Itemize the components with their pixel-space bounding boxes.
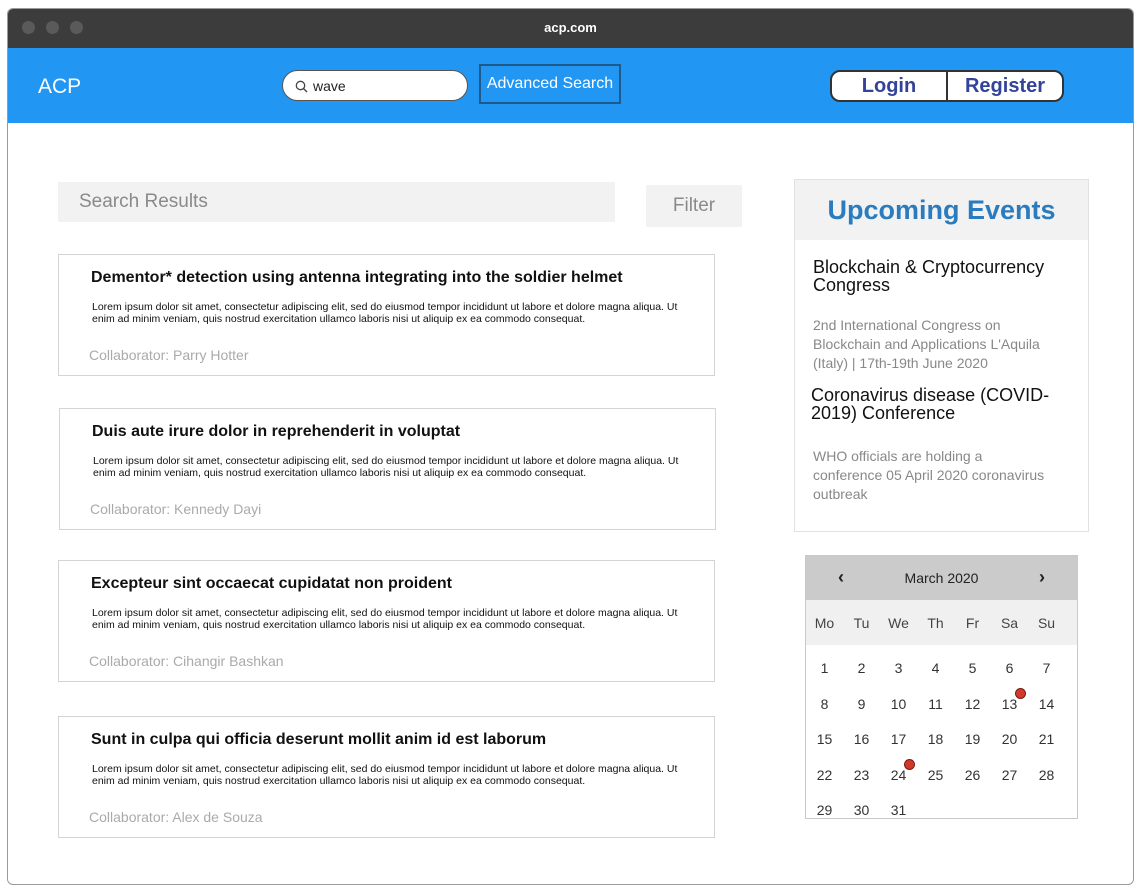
calendar-day[interactable]: 16 xyxy=(843,731,880,753)
calendar-day[interactable]: 11 xyxy=(917,696,954,718)
weekday-label: Th xyxy=(927,615,944,631)
result-collaborator: Collaborator: Parry Hotter xyxy=(89,347,249,363)
calendar-day[interactable]: 19 xyxy=(954,731,991,753)
calendar-day[interactable]: 24 xyxy=(880,767,917,789)
result-collaborator: Collaborator: Kennedy Dayi xyxy=(90,501,262,517)
calendar-day[interactable]: 6 xyxy=(991,660,1028,682)
calendar-header: ‹ March 2020 › xyxy=(806,556,1077,600)
calendar-day[interactable]: 12 xyxy=(954,696,991,718)
top-navbar: ACP Advanced Search Login Register xyxy=(8,48,1133,123)
calendar-day[interactable]: 3 xyxy=(880,660,917,682)
calendar-day[interactable]: 5 xyxy=(954,660,991,682)
calendar-day[interactable]: 22 xyxy=(806,767,843,789)
result-description: Lorem ipsum dolor sit amet, consectetur … xyxy=(93,455,679,479)
calendar-day[interactable]: 25 xyxy=(917,767,954,789)
result-title[interactable]: Dementor* detection using antenna integr… xyxy=(91,269,623,287)
register-button[interactable]: Register xyxy=(948,72,1062,100)
calendar-day[interactable]: 26 xyxy=(954,767,991,789)
search-icon xyxy=(295,80,308,93)
calendar-day[interactable]: 28 xyxy=(1028,767,1065,789)
result-title[interactable]: Sunt in culpa qui officia deserunt molli… xyxy=(91,731,546,749)
calendar-day[interactable]: 27 xyxy=(991,767,1028,789)
calendar-day[interactable]: 31 xyxy=(880,802,917,824)
event-marker-icon xyxy=(904,758,915,770)
auth-button-group: Login Register xyxy=(830,70,1064,102)
chevron-right-icon[interactable]: › xyxy=(1032,567,1052,588)
brand-logo[interactable]: ACP xyxy=(38,75,81,99)
calendar-day[interactable]: 10 xyxy=(880,696,917,718)
advanced-search-button[interactable]: Advanced Search xyxy=(479,64,621,104)
result-collaborator: Collaborator: Alex de Souza xyxy=(89,809,263,825)
weekday-label: Tu xyxy=(853,615,870,631)
calendar-day[interactable]: 29 xyxy=(806,802,843,824)
weekday-label: We xyxy=(888,615,909,631)
calendar-day[interactable]: 9 xyxy=(843,696,880,718)
calendar-day[interactable]: 8 xyxy=(806,696,843,718)
search-results-heading: Search Results xyxy=(58,182,615,222)
event-marker-icon xyxy=(1015,687,1026,699)
weekday-label: Fr xyxy=(965,615,980,631)
weekday-label: Sa xyxy=(1000,615,1019,631)
address-url: acp.com xyxy=(544,20,597,35)
calendar-day[interactable]: 30 xyxy=(843,802,880,824)
calendar-day[interactable]: 14 xyxy=(1028,696,1065,718)
login-button[interactable]: Login xyxy=(832,72,946,100)
event-title[interactable]: Coronavirus disease (COVID-2019) Confere… xyxy=(811,386,1061,422)
result-card[interactable]: Sunt in culpa qui officia deserunt molli… xyxy=(58,716,715,838)
calendar-day[interactable]: 23 xyxy=(843,767,880,789)
weekday-label: Mo xyxy=(814,615,835,631)
calendar-widget: ‹ March 2020 › Mo Tu We Th Fr Sa Su 1234567891… xyxy=(805,555,1078,819)
filter-button[interactable]: Filter xyxy=(646,185,742,227)
calendar-weekday-row: Mo Tu We Th Fr Sa Su xyxy=(806,600,1077,645)
result-title[interactable]: Duis aute irure dolor in reprehenderit i… xyxy=(92,423,460,441)
event-description: 2nd International Congress on Blockchain… xyxy=(813,317,1040,371)
event-description: WHO officials are holding a conference 0… xyxy=(813,448,1045,502)
result-description: Lorem ipsum dolor sit amet, consectetur … xyxy=(92,607,678,631)
calendar-day[interactable]: 2 xyxy=(843,660,880,682)
search-input[interactable] xyxy=(313,76,453,96)
browser-titlebar: acp.com xyxy=(8,9,1133,48)
calendar-day[interactable]: 13 xyxy=(991,696,1028,718)
calendar-day[interactable]: 18 xyxy=(917,731,954,753)
calendar-day[interactable]: 20 xyxy=(991,731,1028,753)
upcoming-events-heading: Upcoming Events xyxy=(795,180,1088,240)
calendar-day[interactable]: 7 xyxy=(1028,660,1065,682)
result-card[interactable]: Duis aute irure dolor in reprehenderit i… xyxy=(59,408,716,530)
calendar-day[interactable]: 21 xyxy=(1028,731,1065,753)
result-card[interactable]: Dementor* detection using antenna integr… xyxy=(58,254,715,376)
weekday-label: Su xyxy=(1037,615,1056,631)
calendar-day[interactable]: 15 xyxy=(806,731,843,753)
result-collaborator: Collaborator: Cihangir Bashkan xyxy=(89,653,284,669)
result-description: Lorem ipsum dolor sit amet, consectetur … xyxy=(92,763,678,787)
result-description: Lorem ipsum dolor sit amet, consectetur … xyxy=(92,301,678,325)
calendar-day[interactable]: 1 xyxy=(806,660,843,682)
result-title[interactable]: Excepteur sint occaecat cupidatat non pr… xyxy=(91,575,452,593)
search-box[interactable] xyxy=(282,70,468,101)
event-title[interactable]: Blockchain & Cryptocurrency Congress xyxy=(813,258,1063,294)
calendar-day[interactable]: 17 xyxy=(880,731,917,753)
result-card[interactable]: Excepteur sint occaecat cupidatat non pr… xyxy=(58,560,715,682)
calendar-day[interactable]: 4 xyxy=(917,660,954,682)
upcoming-events-panel: Upcoming Events Blockchain & Cryptocurre… xyxy=(794,179,1089,532)
